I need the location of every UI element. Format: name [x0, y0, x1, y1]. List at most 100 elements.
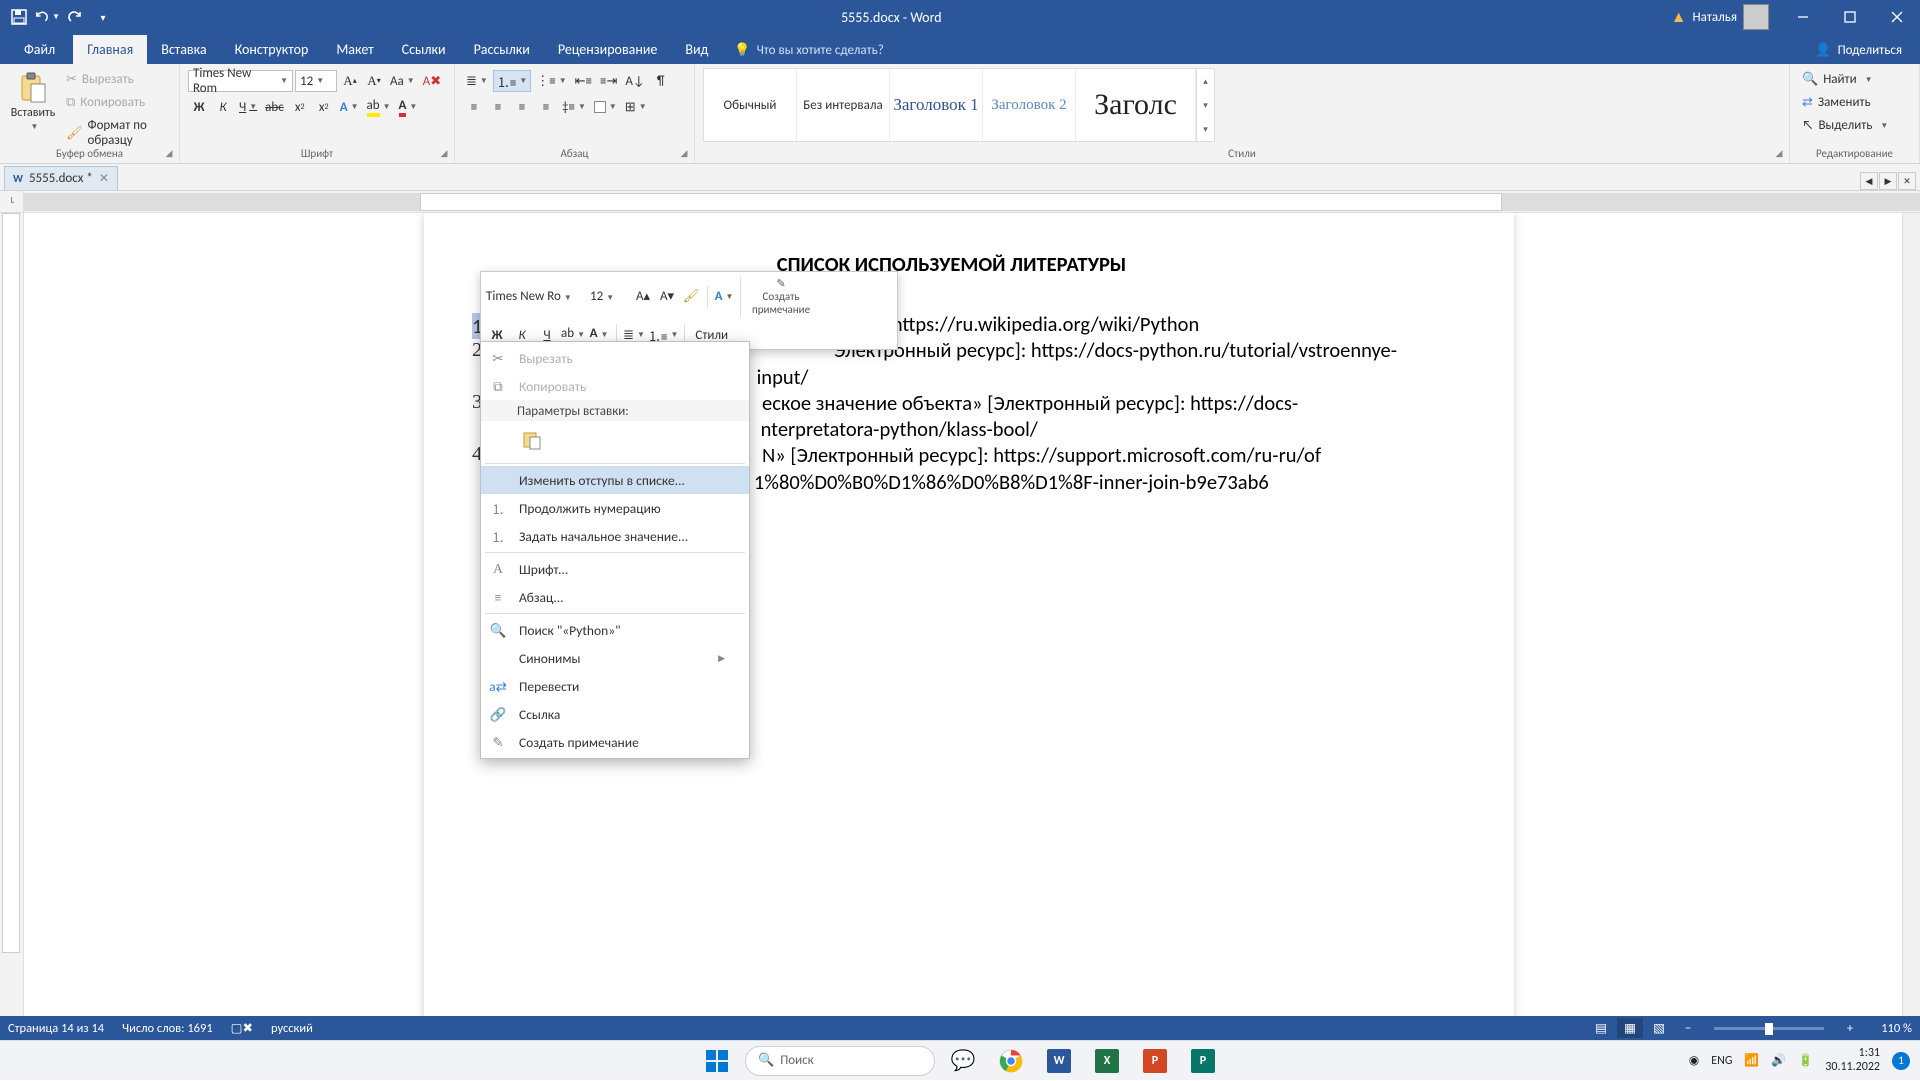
- status-spellcheck[interactable]: ▢✖: [231, 1020, 253, 1036]
- tray-language[interactable]: ENG: [1711, 1054, 1732, 1068]
- tab-mailings[interactable]: Рассылки: [460, 35, 544, 64]
- task-excel[interactable]: X: [1087, 1041, 1127, 1081]
- mini-styles[interactable]: A▼: [713, 286, 735, 308]
- multilevel-button[interactable]: ⋮≡▼: [533, 70, 569, 92]
- start-button[interactable]: [697, 1041, 737, 1081]
- tab-view[interactable]: Вид: [671, 35, 722, 64]
- style-nospace[interactable]: Без интервала: [797, 69, 890, 141]
- zoom-slider[interactable]: [1714, 1027, 1824, 1030]
- maximize-button[interactable]: [1827, 0, 1873, 34]
- borders-button[interactable]: ⊞▼: [622, 96, 650, 118]
- mini-font-combo[interactable]: Times New Ro▼: [486, 289, 588, 304]
- subscript-button[interactable]: x2: [289, 96, 311, 118]
- bullets-button[interactable]: ≣▼: [463, 70, 491, 92]
- font-size-combo[interactable]: 12▼: [295, 70, 337, 92]
- tab-design[interactable]: Конструктор: [221, 35, 323, 64]
- tab-review[interactable]: Рецензирование: [544, 35, 672, 64]
- ctx-synonyms[interactable]: Синонимы▶: [481, 644, 749, 672]
- paste-keep-source[interactable]: [517, 425, 547, 455]
- ctx-paragraph[interactable]: ≡Абзац...: [481, 583, 749, 611]
- tray-steam-icon[interactable]: ◉: [1689, 1053, 1699, 1068]
- strike-button[interactable]: abc: [262, 96, 287, 118]
- document-viewport[interactable]: СПИСОК ИСПОЛЬЗУЕМОЙ ЛИТЕРАТУРЫ «Python» …: [24, 213, 1902, 1016]
- highlight-button[interactable]: ab▼: [364, 96, 394, 118]
- style-h1[interactable]: Заголовок 1: [890, 69, 983, 141]
- taskbar-search[interactable]: 🔍Поиск: [745, 1046, 935, 1076]
- tray-wifi-icon[interactable]: 📶: [1744, 1053, 1759, 1068]
- task-chat[interactable]: 💬: [943, 1041, 983, 1081]
- inc-indent-button[interactable]: ≡⇥: [597, 70, 620, 92]
- ctx-search[interactable]: 🔍Поиск "«Python»": [481, 616, 749, 644]
- justify-button[interactable]: ≡: [535, 96, 557, 118]
- vertical-ruler[interactable]: [0, 213, 24, 1016]
- align-right-button[interactable]: ≡: [511, 96, 533, 118]
- ctx-continue-numbering[interactable]: ⒈Продолжить нумерацию: [481, 494, 749, 522]
- tab-references[interactable]: Ссылки: [388, 35, 460, 64]
- ruler-corner[interactable]: └: [0, 191, 24, 213]
- close-button[interactable]: [1874, 0, 1920, 34]
- task-word[interactable]: W: [1039, 1041, 1079, 1081]
- tray-volume-icon[interactable]: 🔊: [1771, 1053, 1786, 1068]
- mini-size-combo[interactable]: 12▼: [590, 289, 630, 304]
- underline-button[interactable]: Ч▼: [236, 96, 260, 118]
- numbering-button[interactable]: ⒈≡▼: [493, 70, 531, 92]
- vertical-scrollbar[interactable]: [1902, 213, 1920, 1016]
- clipboard-launcher[interactable]: ◢: [163, 148, 175, 160]
- save-button[interactable]: [6, 4, 32, 30]
- select-button[interactable]: ↖Выделить▼: [1798, 116, 1911, 135]
- view-print-layout[interactable]: ▦: [1617, 1018, 1643, 1038]
- account-area[interactable]: ▲ Наталья: [1661, 4, 1779, 30]
- mini-shrink-font[interactable]: A▾: [656, 286, 678, 308]
- zoom-level[interactable]: 110 %: [1866, 1021, 1912, 1036]
- align-left-button[interactable]: ≡: [463, 96, 485, 118]
- status-wordcount[interactable]: Число слов: 1691: [122, 1021, 213, 1036]
- style-title[interactable]: Заголс: [1076, 69, 1196, 141]
- tray-notifications[interactable]: 1: [1892, 1052, 1910, 1070]
- document-tab[interactable]: W 5555.docx * ✕: [4, 166, 118, 190]
- ctx-translate[interactable]: a⇄Перевести: [481, 672, 749, 700]
- undo-button[interactable]: ▼: [34, 4, 60, 30]
- ctx-set-start-value[interactable]: ⒈Задать начальное значение...: [481, 522, 749, 550]
- mini-grow-font[interactable]: A▴: [632, 286, 654, 308]
- styles-launcher[interactable]: ◢: [1773, 148, 1785, 160]
- task-publisher[interactable]: P: [1183, 1041, 1223, 1081]
- view-read-mode[interactable]: ▤: [1588, 1018, 1614, 1038]
- tab-insert[interactable]: Вставка: [147, 35, 220, 64]
- view-web-layout[interactable]: ▧: [1646, 1018, 1672, 1038]
- styles-scroll[interactable]: ▴▾▾: [1196, 69, 1214, 141]
- superscript-button[interactable]: x2: [313, 96, 335, 118]
- task-chrome[interactable]: [991, 1041, 1031, 1081]
- font-name-combo[interactable]: Times New Rom▼: [188, 70, 293, 92]
- ctx-comment[interactable]: ✎Создать примечание: [481, 728, 749, 756]
- tab-scroll-left[interactable]: ◀: [1860, 172, 1878, 190]
- mini-new-comment[interactable]: ✎ Создать примечание: [746, 275, 816, 318]
- copy-button[interactable]: ⧉Копировать: [62, 93, 171, 112]
- cut-button[interactable]: ✂Вырезать: [62, 70, 171, 89]
- text-effects-button[interactable]: A▼: [337, 96, 362, 118]
- tab-layout[interactable]: Макет: [322, 35, 387, 64]
- shrink-font-button[interactable]: A▾: [363, 70, 385, 92]
- tab-file[interactable]: Файл: [6, 35, 73, 64]
- line-spacing-button[interactable]: ‡≡▼: [559, 96, 589, 118]
- close-doc-tab[interactable]: ✕: [99, 171, 109, 186]
- styles-gallery[interactable]: Обычный Без интервала Заголовок 1 Заголо…: [703, 68, 1215, 142]
- zoom-out[interactable]: −: [1675, 1018, 1701, 1038]
- mini-format-painter[interactable]: 🖌: [680, 286, 702, 308]
- tray-clock[interactable]: 1:31 30.11.2022: [1825, 1047, 1880, 1075]
- redo-button[interactable]: [62, 4, 88, 30]
- ctx-copy[interactable]: ⧉Копировать: [481, 372, 749, 400]
- status-language[interactable]: русский: [271, 1021, 313, 1036]
- ctx-change-list-indent[interactable]: Изменить отступы в списке...: [481, 466, 749, 494]
- find-button[interactable]: 🔍Найти▼: [1798, 70, 1911, 89]
- tell-me[interactable]: 💡Что вы хотите сделать?: [722, 37, 895, 64]
- align-center-button[interactable]: ≡: [487, 96, 509, 118]
- font-launcher[interactable]: ◢: [438, 148, 450, 160]
- status-page[interactable]: Страница 14 из 14: [8, 1021, 104, 1036]
- replace-button[interactable]: ⇄Заменить: [1798, 93, 1911, 112]
- zoom-in[interactable]: +: [1837, 1018, 1863, 1038]
- tab-home[interactable]: Главная: [73, 35, 147, 64]
- horizontal-ruler[interactable]: [24, 191, 1920, 213]
- italic-button[interactable]: К: [212, 96, 234, 118]
- paste-button[interactable]: Вставить ▼: [8, 68, 58, 150]
- show-marks-button[interactable]: ¶: [650, 70, 672, 92]
